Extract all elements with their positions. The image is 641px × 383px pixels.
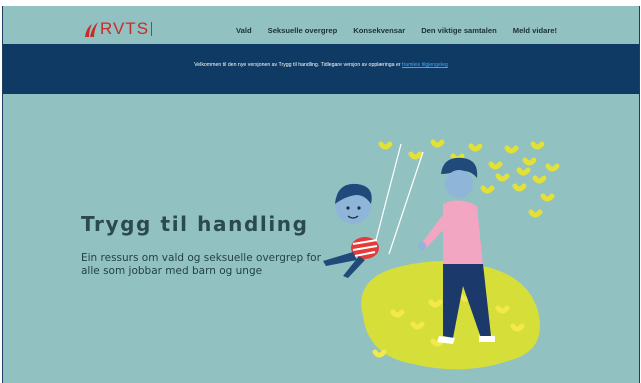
logo-divider	[151, 22, 155, 36]
nav-meld-vidare[interactable]: Meld vidare!	[513, 26, 557, 35]
nav-konsekvensar[interactable]: Konsekvensar	[353, 26, 405, 35]
banner-link[interactable]: framleis tilgjengeleg	[402, 62, 448, 68]
site-header: RVTS Vald Seksuelle overgrep Konsekvensa…	[3, 9, 639, 47]
info-banner: Velkommen til den nye versjonen av Trygg…	[3, 44, 639, 94]
nav-vald[interactable]: Vald	[236, 26, 252, 35]
child-figure	[323, 183, 379, 278]
nav-den-viktige-samtalen[interactable]: Den viktige samtalen	[421, 26, 497, 35]
page-frame: RVTS Vald Seksuelle overgrep Konsekvensa…	[2, 6, 640, 383]
banner-message: Velkommen til den nye versjonen av Trygg…	[194, 62, 403, 68]
logo-text: RVTS	[100, 19, 150, 38]
swing-illustration	[323, 139, 560, 370]
rvts-logo[interactable]: RVTS	[83, 18, 155, 40]
main-navigation: Vald Seksuelle overgrep Konsekvensar Den…	[236, 26, 557, 35]
logo-leaf-icon	[85, 22, 98, 37]
banner-text: Velkommen til den nye versjonen av Trygg…	[3, 62, 639, 68]
hero-title: Trygg til handling	[81, 212, 309, 236]
nav-seksuelle-overgrep[interactable]: Seksuelle overgrep	[268, 26, 338, 35]
